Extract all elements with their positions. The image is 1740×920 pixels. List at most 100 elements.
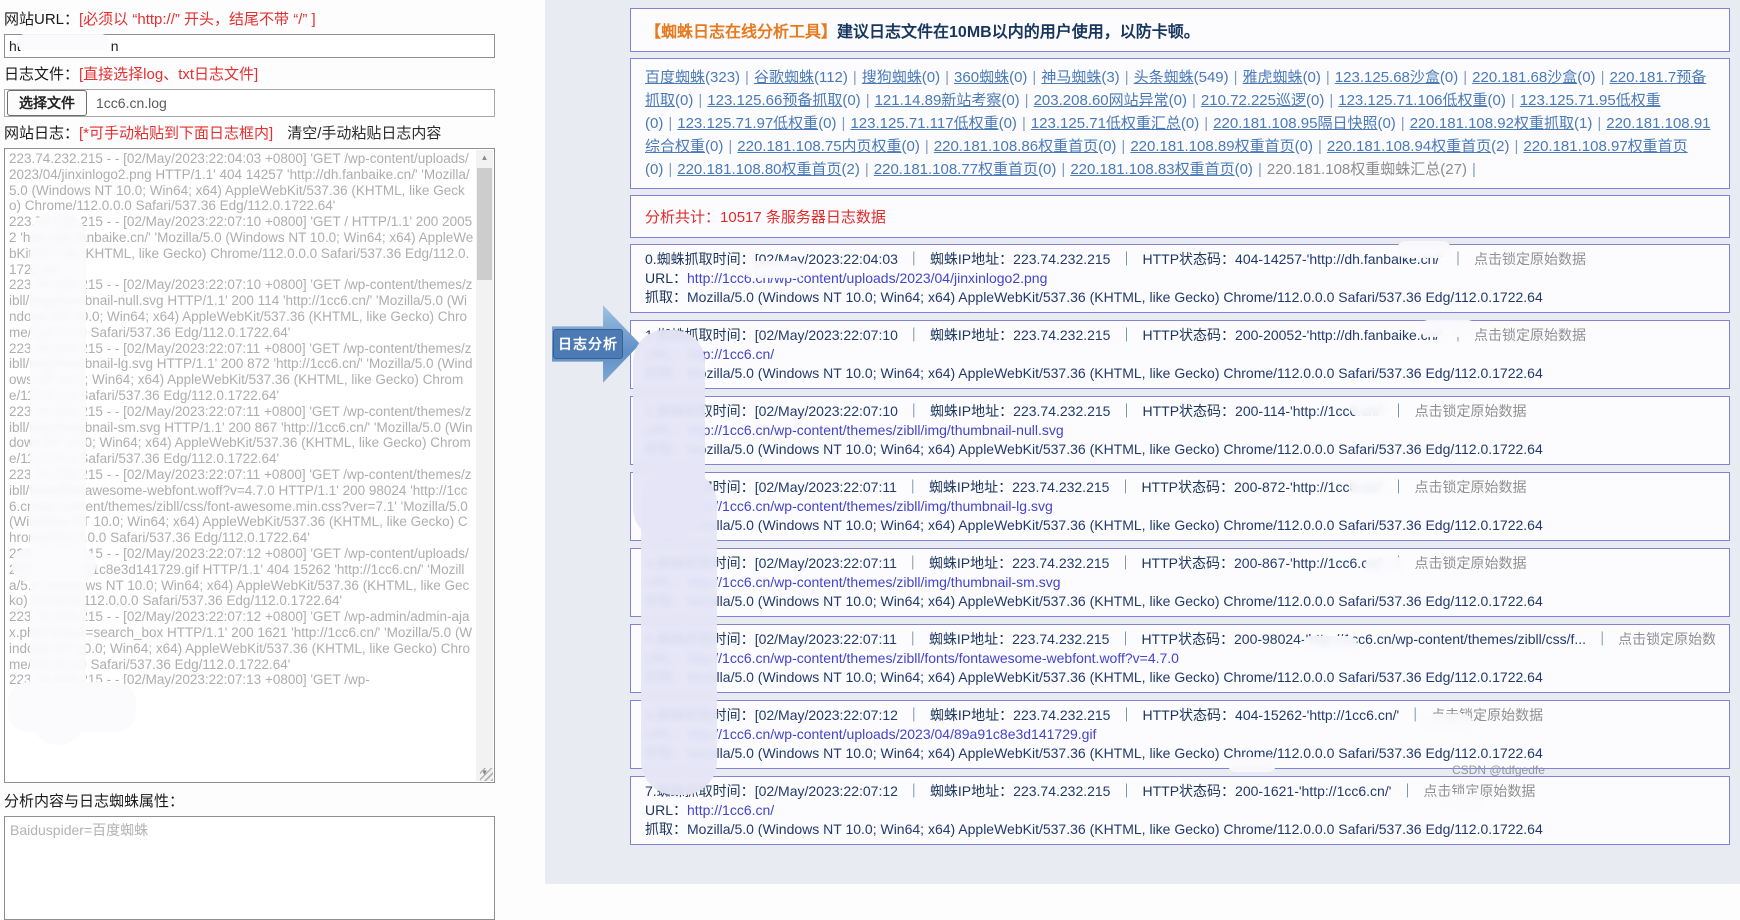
lock-original-data-link[interactable]: 点击锁定原始数据 <box>1415 403 1527 419</box>
censor-blur <box>8 682 136 732</box>
clear-paste-link[interactable]: 清空/手动粘贴日志内容 <box>287 125 441 142</box>
file-input[interactable]: 选择文件 1cc6.cn.log <box>4 89 495 117</box>
separator: | <box>865 161 869 178</box>
entry-url-link[interactable]: http://1cc6.cn/wp-content/themes/zibll/i… <box>687 498 1053 514</box>
log-entry: 7.蜘蛛抓取时间：[02/May/2023:22:07:12｜蜘蛛IP地址：22… <box>630 776 1730 845</box>
results-content: 【蜘蛛日志在线分析工具】建议日志文件在10MB以内的用户使用，以防卡顿。 百度蜘… <box>630 8 1730 852</box>
spider-stat-link[interactable]: 搜狗蜘蛛(0) <box>862 69 940 86</box>
spider-stat-link[interactable]: 220.181.108.80权重首页(2) <box>677 161 860 178</box>
attr-label-row: 分析内容与日志蜘蛛属性： <box>4 790 495 811</box>
spider-stat-link[interactable]: 百度蜘蛛(323) <box>645 69 740 86</box>
separator: | <box>1125 69 1129 86</box>
entry-url-line: URL：http://1cc6.cn/wp-content/themes/zib… <box>645 421 1715 440</box>
separator: | <box>1472 161 1476 178</box>
entry-url-link[interactable]: http://1cc6.cn/wp-content/themes/zibll/i… <box>687 574 1061 590</box>
file-label: 日志文件： <box>4 66 79 83</box>
spider-stat-link[interactable]: 123.125.68沙盒(0) <box>1335 69 1458 86</box>
entry-ip-label: 蜘蛛IP地址： <box>929 555 1012 571</box>
entry-ip-label: 蜘蛛IP地址： <box>930 251 1013 267</box>
log-label: 网站日志： <box>4 125 79 142</box>
entry-url-line: URL：http://1cc6.cn/wp-content/uploads/20… <box>645 269 1715 288</box>
separator: | <box>842 115 846 132</box>
scroll-up-icon[interactable]: ▲ <box>476 150 493 166</box>
separator: | <box>1326 69 1330 86</box>
separator: ｜ <box>1392 403 1406 419</box>
entry-time-value: [02/May/2023:22:07:11 <box>755 631 897 647</box>
spider-stat-link[interactable]: 123.125.66预备抓取(0) <box>707 92 860 109</box>
separator: | <box>1234 69 1238 86</box>
spider-stat-link[interactable]: 123.125.71.117低权重(0) <box>850 115 1017 132</box>
lock-original-data-link[interactable]: 点击锁定原始数据 <box>1415 555 1527 571</box>
spider-stat-link[interactable]: 123.125.71低权重汇总(0) <box>1031 115 1199 132</box>
entry-url-link[interactable]: http://1cc6.cn/ <box>687 802 774 818</box>
entry-url-line: URL：http://1cc6.cn/wp-content/themes/zib… <box>645 497 1715 516</box>
analyze-arrow-button[interactable]: 日志分析 <box>552 300 640 388</box>
spider-stat-link[interactable]: 220.181.108.89权重首页(0) <box>1130 138 1313 155</box>
separator: | <box>698 92 702 109</box>
spider-stat-link[interactable]: 神马蜘蛛(3) <box>1041 69 1119 86</box>
spider-stat-link[interactable]: 123.125.71.97低权重(0) <box>677 115 836 132</box>
spider-stat-link[interactable]: 谷歌蜘蛛(112) <box>754 69 848 86</box>
separator: ｜ <box>1119 783 1133 799</box>
entry-time-value: [02/May/2023:22:07:11 <box>755 479 897 495</box>
log-entry: 3.蜘蛛抓取时间：[02/May/2023:22:07:11｜蜘蛛IP地址：22… <box>630 472 1730 541</box>
resize-grip-icon[interactable] <box>480 768 493 781</box>
separator: ｜ <box>1119 327 1133 343</box>
entry-url-line: URL：http://1cc6.cn/wp-content/uploads/20… <box>645 725 1715 744</box>
entry-url-link[interactable]: http://1cc6.cn/wp-content/uploads/2023/0… <box>687 726 1096 742</box>
entry-ua-value: Mozilla/5.0 (Windows NT 10.0; Win64; x64… <box>687 669 1543 685</box>
entry-meta-line: 7.蜘蛛抓取时间：[02/May/2023:22:07:12｜蜘蛛IP地址：22… <box>645 782 1715 801</box>
censor-blur <box>1350 478 1390 495</box>
choose-file-button[interactable]: 选择文件 <box>7 90 87 116</box>
spider-stat-link[interactable]: 123.125.71.106低权重(0) <box>1338 92 1506 109</box>
separator: | <box>1463 69 1467 86</box>
spider-stats-list: 百度蜘蛛(323) | 谷歌蜘蛛(112) | 搜狗蜘蛛(0) | 360蜘蛛(0) | 神马蜘… <box>645 69 1711 178</box>
spider-stat-link[interactable]: 220.181.108.77权重首页(0) <box>874 161 1057 178</box>
spider-attr-content: Baiduspider=百度蜘蛛 <box>10 822 148 838</box>
entry-ip-value: 223.74.232.215 <box>1012 555 1109 571</box>
entry-status-value: 200-867-'http://1cc6.cn/' <box>1234 555 1383 571</box>
separator: ｜ <box>906 631 920 647</box>
results-zone: 【蜘蛛日志在线分析工具】建议日志文件在10MB以内的用户使用，以防卡顿。 百度蜘… <box>545 0 1740 884</box>
censor-blur <box>1446 794 1486 810</box>
separator: ｜ <box>906 555 920 571</box>
separator: | <box>1204 115 1208 132</box>
log-hint: [*可手动粘贴到下面日志框内] <box>79 125 273 142</box>
spider-stat-link[interactable]: 220.181.108.86权重首页(0) <box>934 138 1117 155</box>
spider-stat-link[interactable]: 220.181.108.75内页权重(0) <box>737 138 920 155</box>
separator: ｜ <box>907 327 921 343</box>
spider-stat-link[interactable]: 210.72.225巡逻(0) <box>1201 92 1324 109</box>
log-scrollbar[interactable]: ▲ ▼ <box>476 150 493 781</box>
separator: | <box>1318 138 1322 155</box>
spider-stat-link[interactable]: 220.181.108.95隔日快照(0) <box>1213 115 1396 132</box>
log-entry: 6.蜘蛛抓取时间：[02/May/2023:22:07:12｜蜘蛛IP地址：22… <box>630 700 1730 769</box>
spider-stat-link[interactable]: 头条蜘蛛(549) <box>1134 69 1229 86</box>
censor-blur <box>17 34 109 50</box>
lock-original-data-link[interactable]: 点击锁定原始数据 <box>1415 479 1527 495</box>
entry-url-link[interactable]: http://1cc6.cn/wp-content/uploads/2023/0… <box>687 270 1047 286</box>
entry-ip-value: 223.74.232.215 <box>1013 251 1110 267</box>
lock-original-data-link[interactable]: 点击锁定原始数据 <box>1474 327 1586 343</box>
entry-url-link[interactable]: http://1cc6.cn/wp-content/themes/zibll/i… <box>687 422 1064 438</box>
spider-stat-link[interactable]: 121.14.89新站考察(0) <box>875 92 1020 109</box>
entry-ua-value: Mozilla/5.0 (Windows NT 10.0; Win64; x64… <box>687 821 1543 837</box>
lock-original-data-link[interactable]: 点击锁定原始数据 <box>1618 631 1715 647</box>
spider-stat-link[interactable]: 220.181.108.83权重首页(0) <box>1070 161 1253 178</box>
entry-url-link[interactable]: http://1cc6.cn/wp-content/themes/zibll/f… <box>687 650 1179 666</box>
censor-blur <box>1420 320 1476 337</box>
entry-ip-value: 223.74.232.215 <box>1012 631 1109 647</box>
entry-status-label: HTTP状态码： <box>1141 631 1234 647</box>
separator: | <box>668 115 672 132</box>
spider-stat-link[interactable]: 220.181.108.92权重抓取(1) <box>1410 115 1593 132</box>
lock-original-data-link[interactable]: 点击锁定原始数据 <box>1474 251 1586 267</box>
spider-attr-textarea[interactable]: Baiduspider=百度蜘蛛 <box>4 816 495 920</box>
scrollbar-thumb[interactable] <box>477 168 492 280</box>
spider-stat-link[interactable]: 雅虎蜘蛛(0) <box>1243 69 1321 86</box>
censor-blur <box>30 210 86 745</box>
separator: ｜ <box>1119 707 1133 723</box>
spider-stat-link[interactable]: 220.181.68沙盒(0) <box>1472 69 1595 86</box>
spider-stat-link[interactable]: 360蜘蛛(0) <box>954 69 1027 86</box>
url-label-row: 网站URL：[必须以 “http://” 开头，结尾不带 “/” ] <box>4 8 495 29</box>
spider-stat-link[interactable]: 220.181.108.94权重首页(2) <box>1327 138 1510 155</box>
spider-stat-link[interactable]: 203.208.60网站异常(0) <box>1034 92 1187 109</box>
